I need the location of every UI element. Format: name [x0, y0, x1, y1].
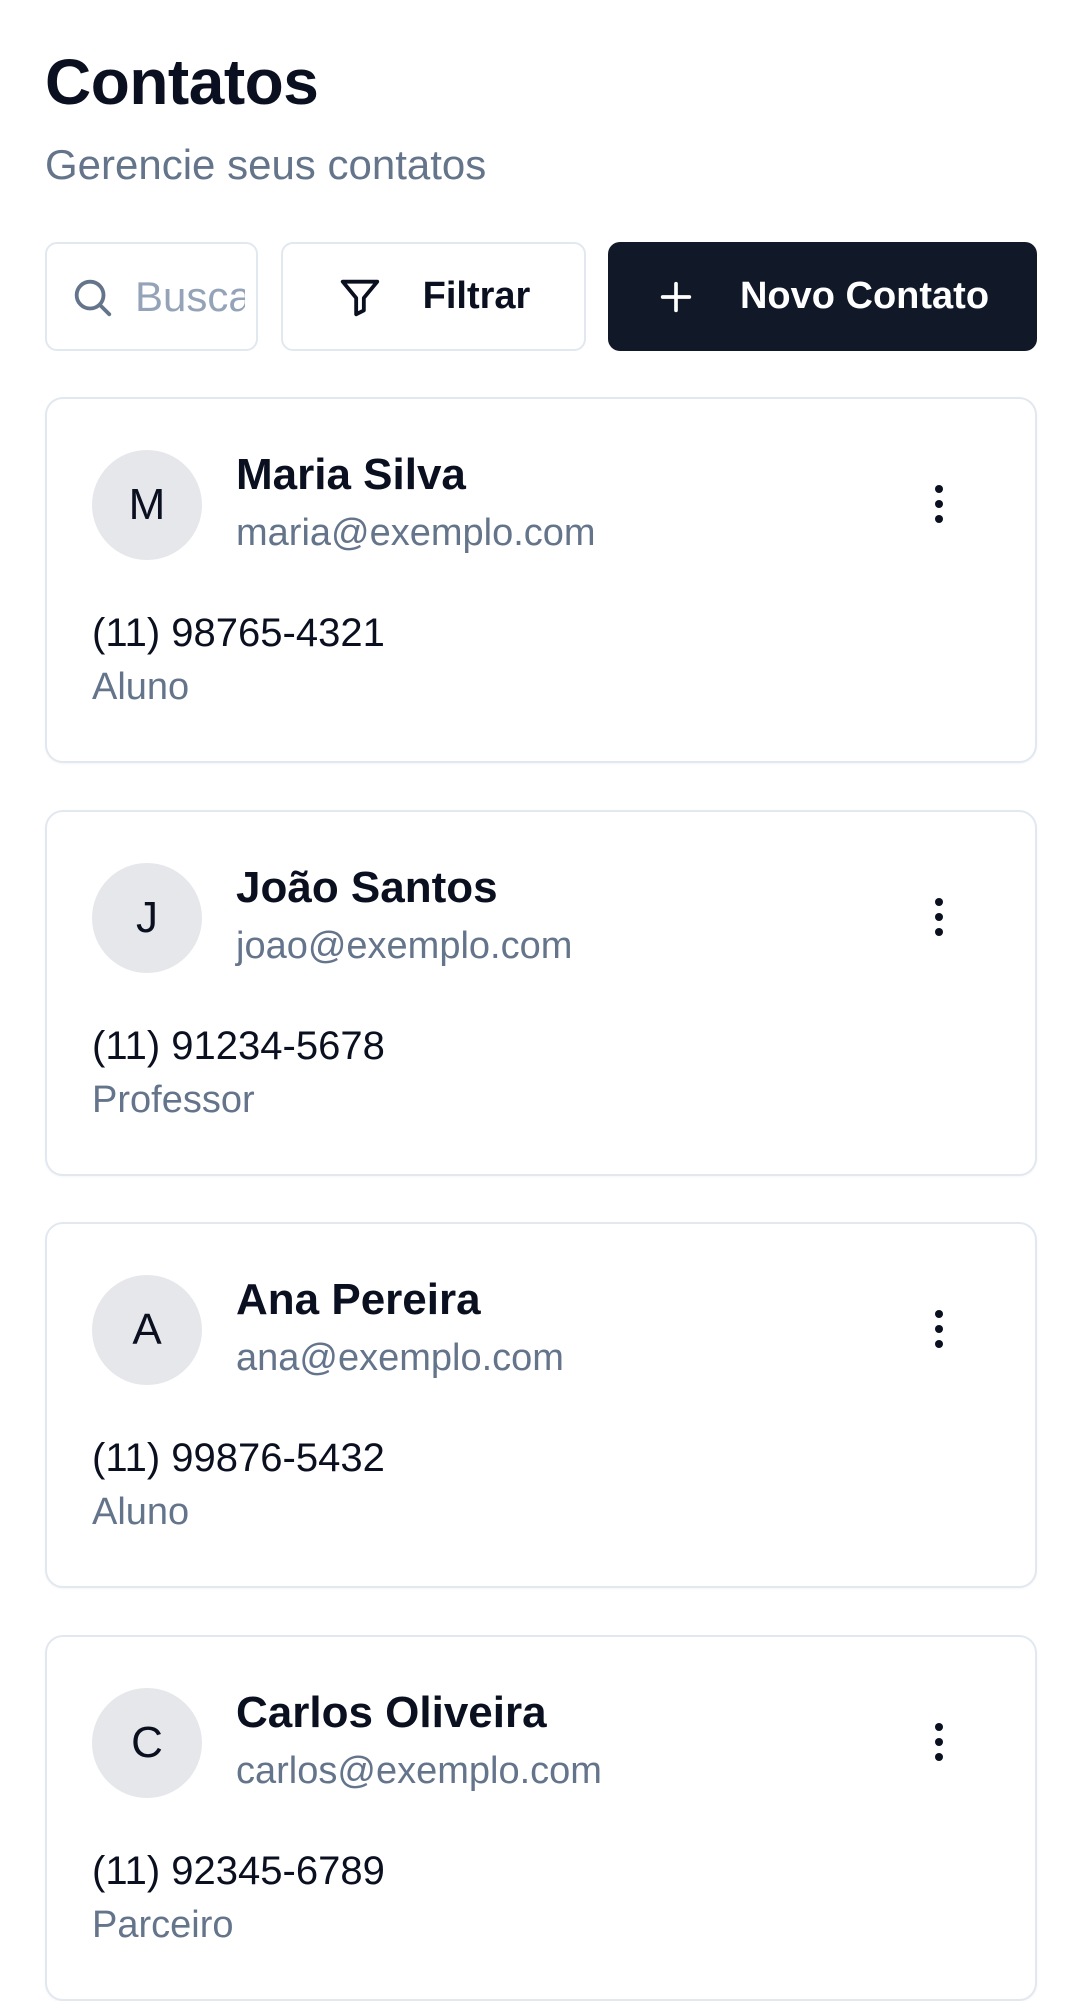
contact-role: Aluno [92, 666, 190, 708]
page-subtitle: Gerencie seus contatos [45, 141, 487, 188]
filter-button[interactable]: Filtrar [281, 242, 586, 351]
search-icon [74, 279, 112, 317]
contact-role: Professor [92, 1079, 255, 1121]
contact-card[interactable]: M Maria Silva maria@exemplo.com (11) 987… [45, 397, 1037, 763]
more-vertical-icon [935, 1310, 943, 1348]
contact-card[interactable]: C Carlos Oliveira carlos@exemplo.com (11… [45, 1635, 1037, 2001]
avatar: A [92, 1275, 202, 1385]
contacts-page: Contatos Gerencie seus contatos Filtrar … [0, 0, 1081, 2001]
contact-phone: (11) 91234-5678 [92, 1024, 385, 1068]
contact-menu-button[interactable] [917, 474, 961, 534]
filter-button-label: Filtrar [422, 275, 531, 317]
avatar: J [92, 863, 202, 973]
avatar: M [92, 450, 202, 560]
contact-phone: (11) 92345-6789 [92, 1849, 385, 1893]
contact-menu-button[interactable] [917, 1299, 961, 1359]
search-input[interactable] [135, 266, 245, 328]
more-vertical-icon [935, 898, 943, 936]
contact-menu-button[interactable] [917, 1712, 961, 1772]
contact-email: joao@exemplo.com [236, 925, 573, 967]
contact-phone: (11) 98765-4321 [92, 611, 385, 655]
contact-name: João Santos [236, 863, 498, 912]
contact-card[interactable]: J João Santos joao@exemplo.com (11) 9123… [45, 810, 1037, 1176]
contact-role: Aluno [92, 1491, 190, 1533]
toolbar: Filtrar Novo Contato [45, 242, 1037, 351]
contact-role: Parceiro [92, 1904, 234, 1946]
contact-name: Maria Silva [236, 450, 466, 499]
contact-card[interactable]: A Ana Pereira ana@exemplo.com (11) 99876… [45, 1222, 1037, 1588]
new-contact-button-label: Novo Contato [739, 275, 990, 317]
contact-name: Ana Pereira [236, 1275, 481, 1324]
new-contact-button[interactable]: Novo Contato [608, 242, 1037, 351]
plus-icon [660, 281, 692, 312]
contact-email: carlos@exemplo.com [236, 1750, 602, 1792]
contact-email: ana@exemplo.com [236, 1337, 564, 1379]
contact-menu-button[interactable] [917, 887, 961, 947]
more-vertical-icon [935, 485, 943, 523]
page-title: Contatos [45, 46, 319, 118]
more-vertical-icon [935, 1723, 943, 1761]
contact-phone: (11) 99876-5432 [92, 1436, 385, 1480]
filter-icon [340, 279, 379, 316]
contact-email: maria@exemplo.com [236, 512, 596, 554]
avatar: C [92, 1688, 202, 1798]
search-box[interactable] [45, 242, 258, 351]
contact-name: Carlos Oliveira [236, 1688, 547, 1737]
